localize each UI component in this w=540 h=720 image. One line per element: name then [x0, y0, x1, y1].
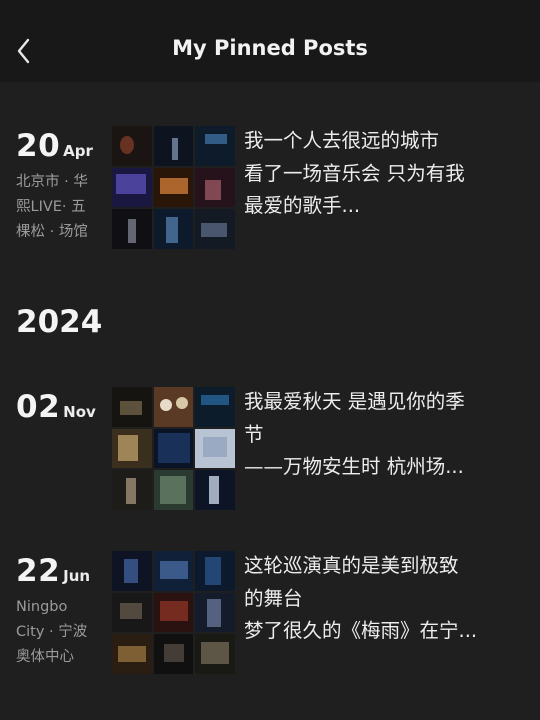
photo-thumbnail: [195, 428, 235, 469]
post-location: 北京市 · 华 熙LIVE· 五 棵松 · 场馆: [16, 170, 102, 245]
photo-thumbnail: [153, 428, 194, 469]
photo-thumbnail: [112, 551, 152, 591]
year-divider: 2024: [16, 304, 103, 340]
photo-thumbnail: [112, 634, 152, 674]
photo-thumbnail: [153, 551, 194, 591]
location-line: Ningbo: [16, 599, 68, 615]
post-caption[interactable]: 我一个人去很远的城市 看了一场音乐会 只为有我 最爱的歌手...: [244, 125, 524, 223]
photo-thumbnail: [153, 167, 194, 208]
caption-line: 看了一场音乐会 只为有我: [244, 161, 465, 185]
location-line: 奥体中心: [16, 649, 74, 665]
photo-thumbnail: [195, 387, 235, 427]
caption-line: 的舞台: [244, 586, 303, 610]
photo-thumbnail: [112, 209, 152, 249]
photo-thumbnail: [153, 126, 194, 166]
page-title: My Pinned Posts: [172, 36, 368, 60]
photo-thumbnail: [153, 634, 194, 674]
photo-thumbnail: [195, 167, 235, 208]
post-date: 02 Nov: [16, 389, 96, 425]
caption-line: 最爱的歌手...: [244, 194, 361, 217]
photo-thumbnail: [195, 592, 235, 633]
photo-thumbnail: [195, 551, 235, 591]
photo-thumbnail: [153, 209, 194, 249]
post-location: Ningbo City · 宁波 奥体中心: [16, 595, 102, 670]
post-month: Jun: [63, 567, 91, 585]
caption-line: ——万物安生时 杭州场...: [244, 455, 464, 478]
photo-grid[interactable]: [112, 126, 235, 249]
header-bar: My Pinned Posts: [0, 0, 540, 82]
post-day: 02: [16, 389, 61, 425]
photo-thumbnail: [195, 209, 235, 249]
photo-thumbnail: [195, 470, 235, 510]
photo-thumbnail: [153, 387, 194, 427]
photo-thumbnail: [112, 387, 152, 427]
post-date: 20 Apr: [16, 128, 93, 164]
photo-thumbnail: [112, 592, 152, 633]
photo-thumbnail: [112, 470, 152, 510]
photo-thumbnail: [153, 470, 194, 510]
location-line: 北京市 · 华: [16, 174, 88, 190]
photo-grid[interactable]: [112, 387, 235, 510]
post-day: 22: [16, 553, 61, 589]
photo-thumbnail: [112, 167, 152, 208]
photo-thumbnail: [112, 428, 152, 469]
photo-thumbnail: [153, 592, 194, 633]
photo-thumbnail: [195, 634, 235, 674]
photo-thumbnail: [195, 126, 235, 166]
post-month: Nov: [63, 403, 96, 421]
caption-line: 这轮巡演真的是美到极致: [244, 554, 459, 577]
caption-line: 节: [244, 422, 264, 446]
location-line: 熙LIVE· 五: [16, 199, 86, 215]
post-month: Apr: [63, 142, 93, 160]
post-day: 20: [16, 128, 61, 164]
location-line: City · 宁波: [16, 624, 88, 640]
caption-line: 我最爱秋天 是遇见你的季: [244, 390, 465, 413]
post-caption[interactable]: 我最爱秋天 是遇见你的季 节 ——万物安生时 杭州场...: [244, 386, 524, 484]
post-caption[interactable]: 这轮巡演真的是美到极致 的舞台 梦了很久的《梅雨》在宁...: [244, 550, 524, 648]
caption-line: 我一个人去很远的城市: [244, 129, 440, 152]
photo-thumbnail: [112, 126, 152, 166]
location-line: 棵松 · 场馆: [16, 224, 88, 240]
post-date: 22 Jun: [16, 553, 90, 589]
photo-grid[interactable]: [112, 551, 235, 674]
caption-line: 梦了很久的《梅雨》在宁...: [244, 619, 478, 642]
